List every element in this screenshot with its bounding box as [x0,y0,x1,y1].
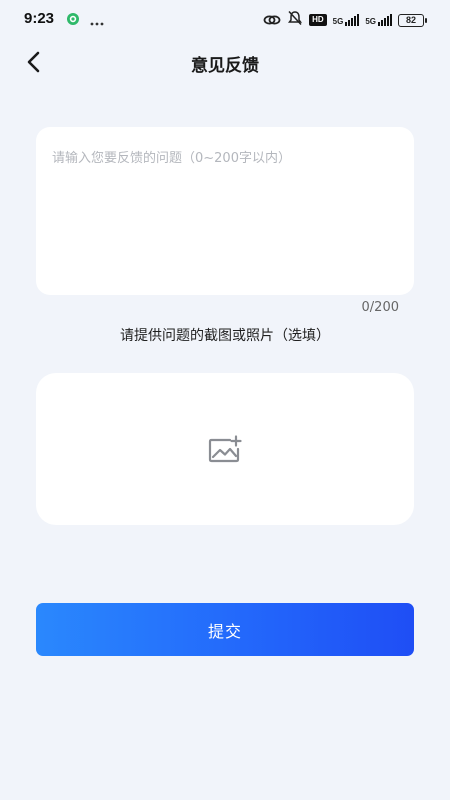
hd-badge: HD [309,14,327,26]
nav-bar: 意见反馈 [0,40,450,84]
char-counter: 0/200 [361,300,399,315]
signal-icon-1: 5G [333,14,360,26]
page-title: 意见反馈 [191,56,259,76]
photo-hint: 请提供问题的截图或照片（选填） [120,328,330,344]
submit-button[interactable]: 提交 [36,603,414,656]
status-bar: 9:23 HD 5G 5G 82 [0,0,450,38]
link-icon [263,11,281,30]
feedback-input[interactable] [52,147,398,275]
battery-indicator: 82 [398,13,427,27]
status-left-icons [66,11,104,30]
status-time: 9:23 [24,10,55,27]
status-right-icons: HD 5G 5G 82 [263,10,427,30]
app-notification-icon [66,11,80,30]
mute-icon [287,10,303,30]
signal-icon-2: 5G [365,14,392,26]
more-notifications-icon [90,11,104,30]
feedback-card [36,127,414,295]
add-image-icon [208,435,242,463]
upload-image-button[interactable] [36,373,414,525]
